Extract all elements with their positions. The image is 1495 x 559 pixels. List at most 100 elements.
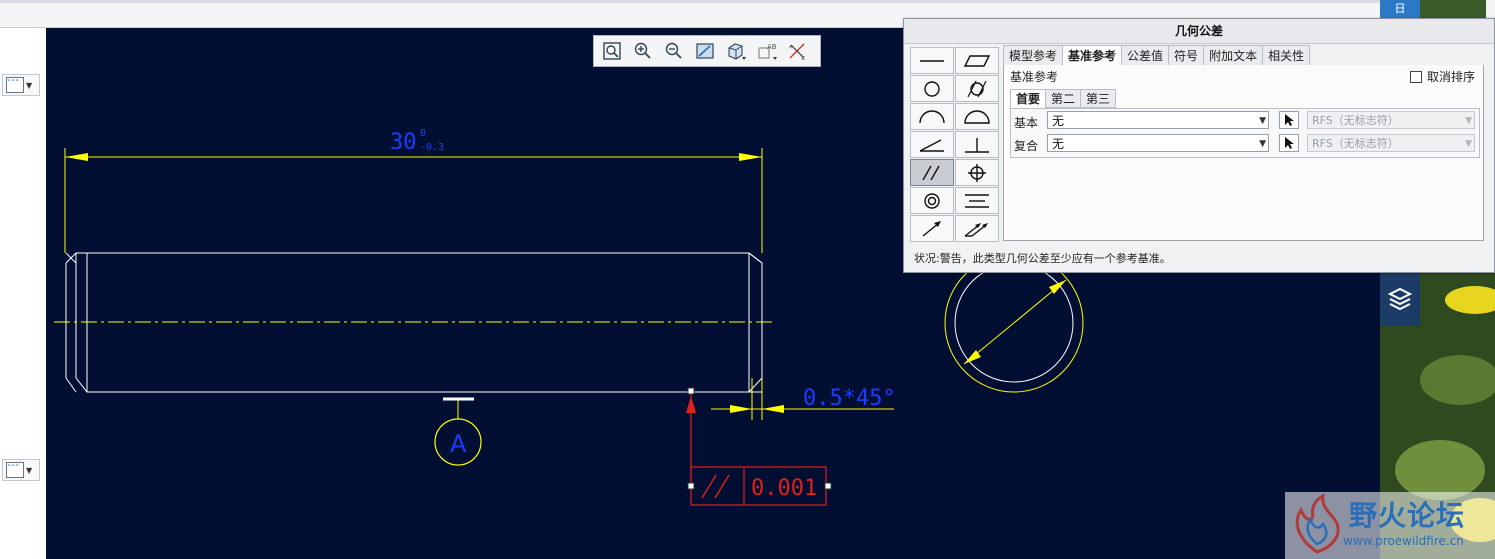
total-runout-icon: [964, 222, 988, 237]
dimension-arrow-right: [739, 153, 762, 161]
subtab-secondary[interactable]: 第二: [1045, 89, 1082, 108]
angularity-button[interactable]: [910, 131, 954, 158]
checkbox-box[interactable]: [1409, 70, 1422, 83]
parallelism-symbol-2: [714, 474, 730, 499]
cursor-arrow-icon: [1285, 137, 1294, 149]
composite-pick-button[interactable]: [1279, 134, 1299, 152]
tab-tol-value[interactable]: 公差值: [1121, 45, 1170, 65]
chamfer-edge-bl: [65, 377, 77, 393]
basic-datum-value: 无: [1052, 114, 1065, 128]
surface-profile-icon: [964, 109, 990, 124]
total-runout-button[interactable]: [955, 215, 999, 242]
cylindricity-button[interactable]: [955, 75, 999, 102]
basic-modifier-select[interactable]: RFS（无标志符） ▼: [1307, 111, 1475, 129]
tab-bar: 模型参考 基准参考 公差值 符号 附加文本 相关性: [1003, 45, 1484, 66]
chevron-down-icon: ▼: [1259, 116, 1266, 126]
unsort-checkbox[interactable]: 取消排序: [1409, 68, 1475, 85]
tab-datum-refs[interactable]: 基准参考: [1062, 45, 1123, 65]
flatness-icon: [963, 54, 991, 67]
line-profile-icon: [919, 109, 945, 123]
straightness-button[interactable]: [910, 47, 954, 74]
perpendicularity-icon: [965, 137, 989, 153]
left-panel: ⁃⁃⁃ ▼ ⁃⁃⁃ ▼: [0, 28, 46, 559]
tab-symbol[interactable]: 符号: [1168, 45, 1205, 65]
position-icon: [968, 163, 986, 182]
parallelism-button[interactable]: [910, 159, 954, 186]
composite-datum-value: 无: [1052, 137, 1065, 151]
perpendicularity-button[interactable]: [955, 131, 999, 158]
grip-handle[interactable]: [824, 482, 832, 490]
box-icon: [1387, 287, 1413, 311]
circularity-button[interactable]: [910, 75, 954, 102]
symmetry-button[interactable]: [955, 187, 999, 214]
subtab-bar: 首要 第二 第三: [1010, 89, 1117, 108]
watermark-name: 野火论坛: [1349, 499, 1466, 532]
chevron-down-icon: ▼: [1259, 139, 1266, 149]
symmetry-icon: [965, 193, 989, 208]
basic-label: 基本: [1014, 116, 1039, 130]
chamfer-arrow-right: [762, 405, 784, 413]
gtol-dialog: 几何公差 模型参考 基准参考 公差值 符号 附加文本 相关性 基准参考 取消排序…: [903, 18, 1495, 273]
composite-label: 复合: [1014, 139, 1039, 153]
tree-display-button[interactable]: ⁃⁃⁃ ▼: [2, 74, 40, 96]
basic-pick-button[interactable]: [1279, 111, 1299, 129]
tab-additional-text[interactable]: 附加文本: [1203, 45, 1264, 65]
parallelism-symbol-1: [701, 474, 717, 499]
grip-handle[interactable]: [687, 387, 695, 395]
status-text: 状况:警告，此类型几何公差至少应有一个参考基准。: [914, 252, 1171, 265]
circular-runout-button[interactable]: [910, 215, 954, 242]
basic-modifier-value: RFS（无标志符）: [1312, 114, 1399, 127]
surface-profile-button[interactable]: [955, 103, 999, 130]
dimension-tol-upper: 0: [420, 128, 426, 139]
datum-refs-body: 基准参考 取消排序 首要 第二 第三 基本 无▼ RFS（无标志符）▼ 复合: [1003, 65, 1484, 241]
composite-datum-select[interactable]: 无 ▼: [1047, 134, 1269, 152]
dialog-title: 几何公差: [904, 19, 1494, 44]
right-dark-button[interactable]: [1380, 272, 1420, 326]
concentricity-button[interactable]: [910, 187, 954, 214]
tab-model-refs[interactable]: 模型参考: [1003, 45, 1064, 65]
subtab-primary[interactable]: 首要: [1010, 89, 1047, 108]
subtab-tertiary[interactable]: 第三: [1080, 89, 1117, 108]
straightness-icon: [920, 59, 944, 62]
chamfer-text[interactable]: 0.5*45°: [803, 386, 896, 411]
gtol-symbol-palette: [910, 47, 1000, 242]
cursor-arrow-icon: [1285, 114, 1294, 126]
line-profile-button[interactable]: [910, 103, 954, 130]
dimension-tol-lower: -0.3: [420, 142, 444, 153]
dimension-text[interactable]: 30: [390, 130, 417, 155]
dimension-arrow-left: [65, 153, 88, 161]
unsort-label: 取消排序: [1426, 70, 1475, 84]
composite-row: 复合 无 ▼ RFS（无标志符） ▼: [1011, 133, 1479, 155]
chamfer-edge-br: [748, 377, 763, 393]
grip-handle[interactable]: [687, 482, 695, 490]
diameter-line: [963, 279, 1067, 365]
fire-logo-icon: [1295, 494, 1340, 554]
composite-modifier-select[interactable]: RFS（无标志符） ▼: [1307, 134, 1475, 152]
section-title: 基准参考: [1010, 70, 1059, 84]
circular-runout-icon: [922, 220, 941, 237]
angularity-icon: [919, 138, 944, 152]
right-tab[interactable]: 日: [1380, 0, 1420, 18]
basic-datum-select[interactable]: 无 ▼: [1047, 111, 1269, 129]
circularity-icon: [924, 80, 940, 97]
basic-row: 基本 无 ▼ RFS（无标志符） ▼: [1011, 110, 1479, 132]
tree-display-button-2[interactable]: ⁃⁃⁃ ▼: [2, 459, 40, 481]
chevron-down-icon: ▼: [26, 80, 33, 90]
composite-modifier-value: RFS（无标志符）: [1312, 137, 1399, 150]
position-button[interactable]: [955, 159, 999, 186]
gtol-value: 0.001: [751, 476, 817, 501]
chamfer-arrow-left: [730, 405, 752, 413]
watermark: 野火论坛 www.proewildfire.cn: [1285, 492, 1495, 559]
gtol-arrow: [686, 396, 696, 413]
flatness-button[interactable]: [955, 47, 999, 74]
tab-relations[interactable]: 相关性: [1262, 45, 1311, 65]
chevron-down-icon: ▼: [1465, 139, 1472, 149]
list-icon: ⁃⁃⁃: [6, 462, 24, 478]
parallelism-icon: [922, 165, 940, 180]
concentricity-icon: [924, 192, 940, 209]
chevron-down-icon: ▼: [26, 465, 33, 475]
cylindricity-icon: [967, 80, 987, 97]
chamfer-edge-tr: [748, 252, 763, 264]
tab-panel: 模型参考 基准参考 公差值 符号 附加文本 相关性 基准参考 取消排序 首要 第…: [1003, 45, 1484, 241]
list-icon: ⁃⁃⁃: [6, 77, 24, 93]
